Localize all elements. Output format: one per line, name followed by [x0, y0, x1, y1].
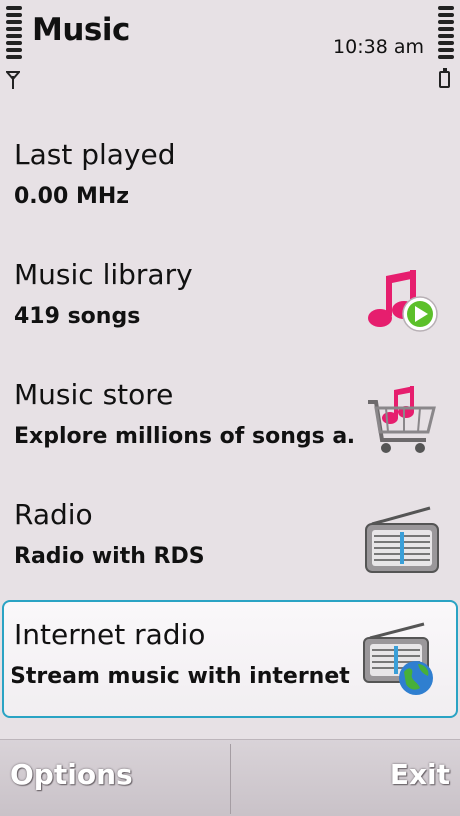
music-note-play-icon	[368, 270, 438, 332]
options-softkey[interactable]: Options	[10, 758, 133, 791]
status-bar: Music 10:38 am	[0, 0, 460, 100]
battery-icon	[439, 68, 450, 88]
item-title: Music store	[14, 378, 174, 411]
item-title: Music library	[14, 258, 193, 291]
clock: 10:38 am	[333, 36, 424, 58]
item-title: Last played	[14, 138, 176, 171]
music-cart-icon	[368, 386, 436, 453]
item-subtitle: Explore millions of songs a…	[14, 424, 354, 449]
exit-softkey[interactable]: Exit	[390, 758, 450, 791]
item-title: Radio	[14, 498, 93, 531]
app-title: Music	[32, 12, 130, 48]
list-item-music-library[interactable]: Music library 419 songs	[0, 242, 460, 360]
item-subtitle: 0.00 MHz	[14, 184, 130, 209]
list-item-internet-radio[interactable]: Internet radio Stream music with interne…	[2, 600, 458, 718]
list-item-last-played[interactable]: Last played 0.00 MHz	[0, 122, 460, 240]
radio-icon	[365, 506, 439, 573]
battery-level-bars	[438, 6, 454, 62]
item-subtitle: 419 songs	[14, 304, 141, 329]
item-title: Internet radio	[14, 618, 206, 651]
item-subtitle: Stream music with internet r	[12, 664, 352, 689]
item-subtitle: Radio with RDS	[14, 544, 205, 569]
softkey-bar: Options Exit	[0, 739, 460, 816]
internet-radio-icon	[363, 622, 433, 695]
list-item-music-store[interactable]: Music store Explore millions of songs a…	[0, 362, 460, 480]
antenna-icon	[6, 71, 20, 89]
signal-strength-bars	[6, 6, 22, 62]
list-item-radio[interactable]: Radio Radio with RDS	[0, 482, 460, 600]
softkey-divider	[230, 744, 231, 814]
